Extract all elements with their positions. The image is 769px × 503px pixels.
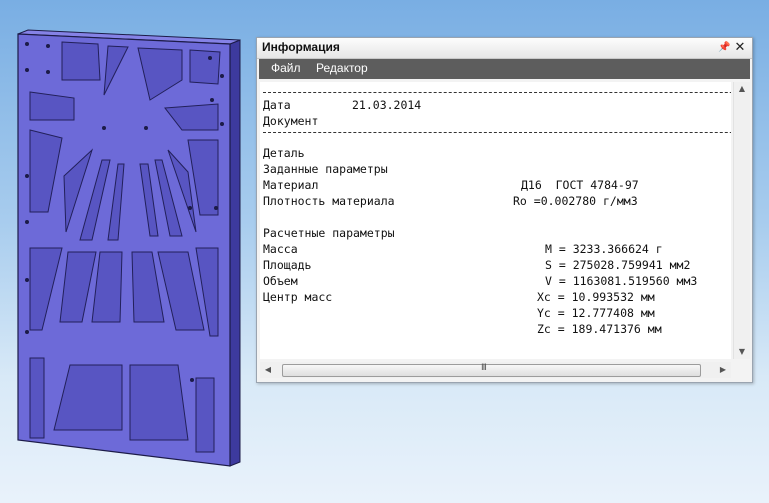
info-title: Информация <box>262 40 340 54</box>
scroll-down-arrow-icon[interactable]: ▼ <box>734 345 750 359</box>
scroll-up-arrow-icon[interactable]: ▲ <box>734 82 750 96</box>
center-mass-label: Центр масс <box>263 290 333 304</box>
area-label: Площадь <box>263 258 312 272</box>
document-label: Документ <box>263 114 319 128</box>
xc-value: Xc = 10.993532 мм <box>537 290 655 304</box>
mass-value: M = 3233.366624 г <box>545 242 663 256</box>
close-icon[interactable]: ✕ <box>734 41 746 54</box>
3d-part-model <box>17 29 241 467</box>
volume-label: Объем <box>263 274 298 288</box>
date-value: 21.03.2014 <box>352 98 422 112</box>
info-menubar: Файл Редактор <box>259 59 750 79</box>
density-value: Ro =0.002780 г/мм3 <box>513 194 638 208</box>
mass-label: Масса <box>263 242 298 256</box>
area-value: S = 275028.759941 мм2 <box>545 258 691 272</box>
separator-line <box>263 92 731 93</box>
scroll-left-arrow-icon[interactable]: ◀ <box>260 363 276 377</box>
volume-value: V = 1163081.519560 мм3 <box>545 274 698 288</box>
horizontal-scroll-thumb[interactable]: III <box>282 363 701 377</box>
scroll-grip: III <box>481 363 487 373</box>
separator-line <box>263 132 731 133</box>
zc-value: Zc = 189.471376 мм <box>537 322 662 336</box>
horizontal-scrollbar[interactable]: ◀ III ▶ <box>260 362 731 378</box>
menu-file[interactable]: Файл <box>269 61 303 75</box>
scroll-right-arrow-icon[interactable]: ▶ <box>715 363 731 377</box>
menu-editor[interactable]: Редактор <box>314 61 370 75</box>
info-text-area[interactable]: Дата 21.03.2014 Документ Деталь Заданные… <box>260 82 731 359</box>
calc-params-heading: Расчетные параметры <box>263 226 395 240</box>
pin-icon[interactable]: 📌 <box>718 41 730 54</box>
vertical-scrollbar[interactable]: ▲ ▼ <box>733 82 750 359</box>
given-params-heading: Заданные параметры <box>263 162 388 176</box>
part-side-face <box>229 39 241 467</box>
yc-value: Yc = 12.777408 мм <box>537 306 655 320</box>
material-value: Д16 ГОСТ 4784-97 <box>521 178 639 192</box>
density-label: Плотность материала <box>263 194 395 208</box>
info-panel[interactable]: Информация 📌 ✕ Файл Редактор Дата 21.03.… <box>256 37 753 383</box>
part-label: Деталь <box>263 146 305 160</box>
date-label: Дата <box>263 98 291 112</box>
info-titlebar[interactable]: Информация 📌 ✕ <box>257 38 752 59</box>
material-label: Материал <box>263 178 319 192</box>
